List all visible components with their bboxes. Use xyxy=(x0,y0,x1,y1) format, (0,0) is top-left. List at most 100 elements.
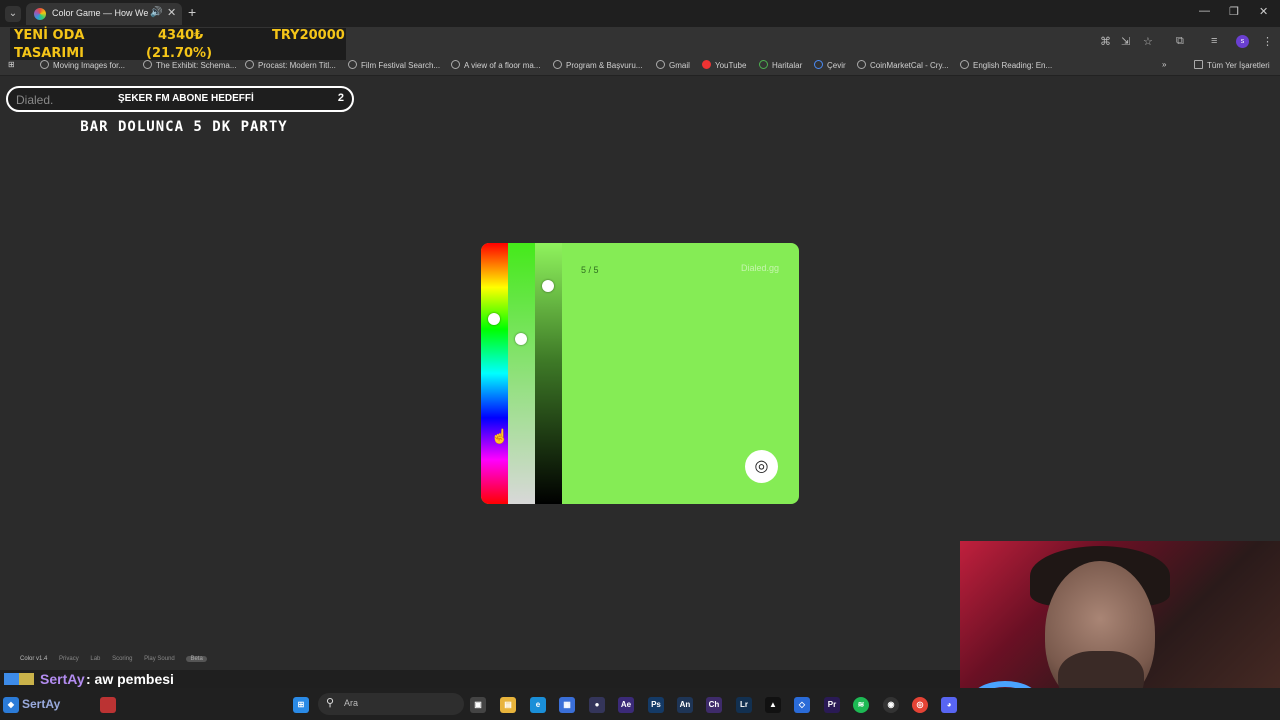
obs-icon[interactable]: ◉ xyxy=(883,697,899,713)
audio-playing-icon[interactable]: 🔊 xyxy=(150,7,162,18)
tab-search-list-icon[interactable]: ≡ xyxy=(1211,35,1217,47)
globe-icon xyxy=(857,60,866,69)
bookmark-item[interactable]: Moving Images for... xyxy=(40,60,125,70)
donation-goal-ticker: YENİ ODA TASARIMI 4340₺ (21.70%) TRY2000… xyxy=(10,28,346,61)
spotify-icon[interactable]: ≋ xyxy=(853,697,869,713)
ticker-amount: 4340₺ xyxy=(158,28,204,43)
bookmark-item[interactable]: A view of a floor ma... xyxy=(451,60,540,70)
apps-grid-icon[interactable]: ⊞ xyxy=(8,60,15,69)
close-window-icon[interactable]: ✕ xyxy=(1259,5,1268,18)
taskbar-search[interactable]: ⚲ Ara xyxy=(318,693,464,715)
bookmark-item[interactable]: Çevir xyxy=(814,60,846,70)
bookmark-item[interactable]: The Exhibit: Schema... xyxy=(143,60,236,70)
bookmark-item[interactable]: Gmail xyxy=(656,60,690,70)
all-bookmarks-folder[interactable]: Tüm Yer İşaretleri xyxy=(1194,60,1270,70)
bookmark-item[interactable]: Haritalar xyxy=(759,60,802,70)
ticker-percent: (21.70%) xyxy=(146,46,213,61)
folder-icon xyxy=(1194,60,1203,69)
cinema4d-icon[interactable]: ● xyxy=(589,697,605,713)
bookmark-star-icon[interactable]: ☆ xyxy=(1143,35,1153,48)
scoring-link[interactable]: Scoring xyxy=(112,656,132,662)
overlay-thumbnail-icon xyxy=(100,697,116,713)
bookmark-item[interactable]: Film Festival Search... xyxy=(348,60,440,70)
saturation-slider-handle[interactable] xyxy=(515,332,527,345)
globe-icon xyxy=(143,60,152,69)
chat-overlay: SertAy : aw pembesi xyxy=(0,670,960,688)
overlay-app-icon[interactable]: ◆ xyxy=(3,697,19,713)
restore-icon[interactable]: ❐ xyxy=(1229,5,1239,18)
hand-cursor-icon: ☝ xyxy=(491,428,509,444)
gmail-icon xyxy=(656,60,665,69)
bookmark-item[interactable]: Procast: Modern Titl... xyxy=(245,60,336,70)
bookmark-item[interactable]: Program & Başvuru... xyxy=(553,60,642,70)
store-icon[interactable]: ▦ xyxy=(559,697,575,713)
globe-icon xyxy=(553,60,562,69)
install-app-icon[interactable]: ⇲ xyxy=(1121,35,1130,48)
ticker-title-line1: YENİ ODA xyxy=(14,28,85,43)
goal-brand: Dialed. xyxy=(16,93,54,107)
lightroom-icon[interactable]: Lr xyxy=(736,697,752,713)
chrome-icon[interactable]: ◎ xyxy=(912,697,928,713)
goal-count: 2 xyxy=(337,92,344,104)
extensions-icon[interactable]: ⧉ xyxy=(1176,35,1184,48)
chat-username: SertAy xyxy=(40,671,85,687)
edge-icon[interactable]: e xyxy=(530,697,546,713)
affinity-icon[interactable]: ▲ xyxy=(765,697,781,713)
game-footer: Color v1.4 Privacy Lab Scoring Play Soun… xyxy=(20,656,217,662)
chat-message: : aw pembesi xyxy=(86,671,174,687)
close-tab-icon[interactable]: ✕ xyxy=(167,6,176,19)
saturation-slider[interactable] xyxy=(508,243,535,504)
profile-avatar[interactable]: s xyxy=(1236,35,1249,48)
globe-icon xyxy=(40,60,49,69)
browser-tab-bar: ⌄ Color Game — How Well C 🔊 ✕ + — ❐ ✕ xyxy=(0,0,1280,27)
ticker-goal: TRY20000 xyxy=(272,28,345,43)
tab-title: Color Game — How Well C xyxy=(52,8,148,18)
goal-subtitle: BAR DOLUNCA 5 DK PARTY xyxy=(80,119,288,135)
windows-start-icon[interactable]: ⊞ xyxy=(293,697,309,713)
premiere-icon[interactable]: Pr xyxy=(824,697,840,713)
hue-slider[interactable] xyxy=(481,243,508,504)
photoshop-icon[interactable]: Ps xyxy=(648,697,664,713)
youtube-icon xyxy=(702,60,711,69)
task-view-icon[interactable]: ▣ xyxy=(470,697,486,713)
animate-icon[interactable]: An xyxy=(677,697,693,713)
globe-icon xyxy=(245,60,254,69)
browser-tab[interactable]: Color Game — How Well C 🔊 ✕ xyxy=(26,3,182,25)
network-app-icon[interactable]: ◇ xyxy=(794,697,810,713)
bookmark-item[interactable]: English Reading: En... xyxy=(960,60,1052,70)
subscriber-goal-bar: Dialed. ŞEKER FM ABONE HEDEFFİ 2 xyxy=(6,86,354,112)
menu-kebab-icon[interactable]: ⋮ xyxy=(1262,35,1273,48)
globe-icon xyxy=(451,60,460,69)
search-placeholder: Ara xyxy=(344,698,359,708)
color-game-favicon-icon xyxy=(34,8,46,20)
hue-slider-handle[interactable] xyxy=(488,312,500,325)
target-icon: ◎ xyxy=(754,458,769,475)
play-sound-link[interactable]: Play Sound xyxy=(144,656,175,662)
tab-search-icon[interactable]: ⌄ xyxy=(5,6,21,22)
screen: ⌄ Color Game — How Well C 🔊 ✕ + — ❐ ✕ ⌘ … xyxy=(0,0,1280,720)
submit-guess-button[interactable]: ◎ xyxy=(745,450,778,483)
globe-icon xyxy=(960,60,969,69)
beta-badge: Beta xyxy=(186,656,207,662)
game-brand: Dialed.gg xyxy=(740,263,779,273)
privacy-link[interactable]: Privacy xyxy=(59,656,79,662)
lab-link[interactable]: Lab xyxy=(90,656,100,662)
file-explorer-icon[interactable]: ▤ xyxy=(500,697,516,713)
after-effects-icon[interactable]: Ae xyxy=(618,697,634,713)
bookmark-item[interactable]: YouTube xyxy=(702,60,746,70)
new-tab-button[interactable]: + xyxy=(188,4,196,20)
discord-icon[interactable]: ◕ xyxy=(941,697,957,713)
translate-icon[interactable]: ⌘ xyxy=(1100,35,1111,48)
character-animator-icon[interactable]: Ch xyxy=(706,697,722,713)
translate-icon xyxy=(814,60,823,69)
goal-title: ŞEKER FM ABONE HEDEFFİ xyxy=(118,93,254,104)
more-bookmarks-chevron-icon[interactable]: » xyxy=(1162,60,1166,69)
chat-badges-icon xyxy=(4,673,34,685)
overlay-username: SertAy xyxy=(22,697,61,711)
bookmark-item[interactable]: CoinMarketCal - Cry... xyxy=(857,60,949,70)
search-icon: ⚲ xyxy=(326,697,335,709)
minimize-icon[interactable]: — xyxy=(1199,5,1210,17)
version-label: Color v1.4 xyxy=(20,656,48,662)
color-game-card: 5 / 5 Dialed.gg ◎ xyxy=(481,243,799,504)
round-counter: 5 / 5 xyxy=(581,265,599,275)
